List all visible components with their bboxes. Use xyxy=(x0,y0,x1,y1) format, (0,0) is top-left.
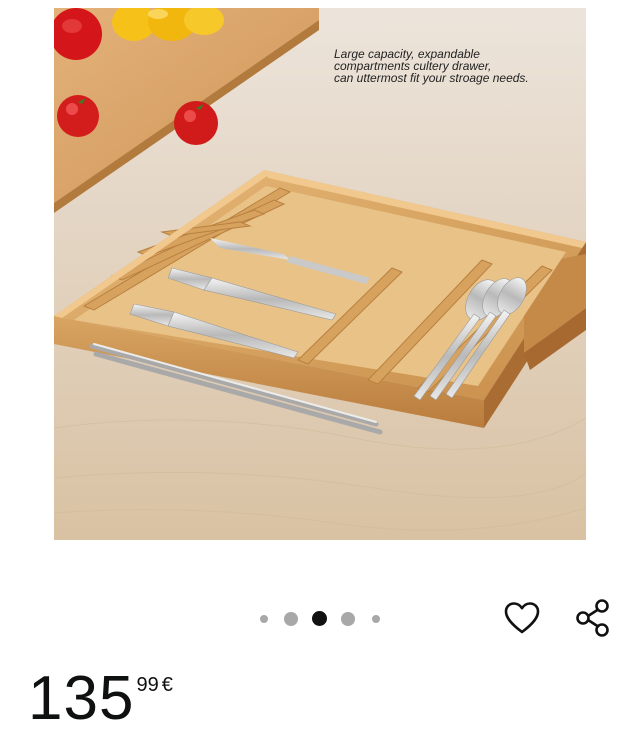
wishlist-button[interactable] xyxy=(502,598,542,638)
product-page: Large capacity, expandable compartments … xyxy=(0,0,640,744)
product-image[interactable]: Large capacity, expandable compartments … xyxy=(54,8,586,540)
carousel-dot-4[interactable] xyxy=(341,612,355,626)
caption-line-3: can uttermost fit your stroage needs. xyxy=(334,71,529,85)
carousel-dot-5[interactable] xyxy=(372,615,380,623)
carousel-dot-2[interactable] xyxy=(284,612,298,626)
product-price: 135 99 € xyxy=(28,664,173,734)
image-caption: Large capacity, expandable compartments … xyxy=(334,48,529,84)
price-whole: 135 xyxy=(28,664,135,733)
share-icon xyxy=(576,599,609,637)
share-button[interactable] xyxy=(573,598,613,638)
carousel-dot-3-active[interactable] xyxy=(312,611,327,626)
price-currency: € xyxy=(161,674,173,696)
heart-outline-icon xyxy=(504,602,540,634)
price-fraction: 99 xyxy=(136,674,159,696)
carousel-dot-1[interactable] xyxy=(260,615,268,623)
image-carousel-indicator xyxy=(0,609,640,629)
